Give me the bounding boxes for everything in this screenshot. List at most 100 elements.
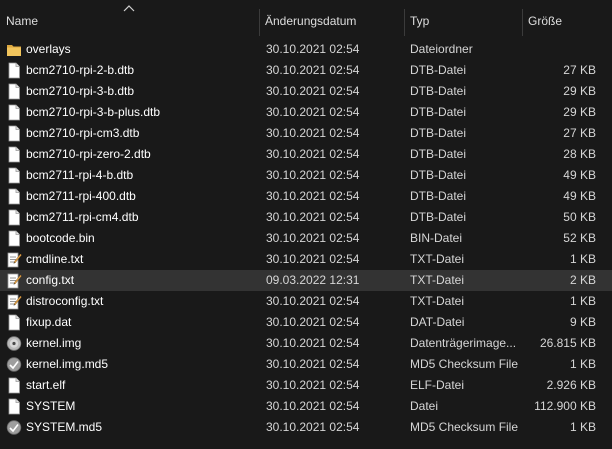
file-type: DTB-Datei (410, 147, 467, 161)
file-icon (6, 83, 22, 100)
file-type: DTB-Datei (410, 210, 467, 224)
file-name: bcm2710-rpi-3-b-plus.dtb (26, 105, 161, 119)
file-type: MD5 Checksum File (410, 420, 519, 434)
file-size: 49 KB (563, 168, 596, 182)
file-type: DTB-Datei (410, 168, 467, 182)
file-row[interactable]: SYSTEM.md5 30.10.2021 02:54 MD5 Checksum F… (0, 417, 612, 438)
file-name: start.elf (26, 378, 66, 392)
file-size: 2.926 KB (546, 378, 596, 392)
column-header-type[interactable]: Typ (404, 0, 522, 38)
file-row[interactable]: bcm2711-rpi-4-b.dtb 30.10.2021 02:54 DTB-D… (0, 165, 612, 186)
file-name: fixup.dat (26, 315, 72, 329)
file-size: 27 KB (563, 126, 596, 140)
file-type: TXT-Datei (410, 273, 465, 287)
file-size: 112.900 KB (534, 399, 596, 413)
file-icon (6, 146, 22, 163)
checksum-file-icon (6, 419, 22, 436)
file-modified-date: 30.10.2021 02:54 (266, 84, 360, 98)
file-modified-date: 30.10.2021 02:54 (266, 42, 360, 56)
file-size: 1 KB (569, 252, 596, 266)
file-row[interactable]: distroconfig.txt 30.10.2021 02:54 TXT-Date… (0, 291, 612, 312)
file-row[interactable]: bcm2710-rpi-3-b.dtb 30.10.2021 02:54 DTB-D… (0, 81, 612, 102)
file-icon (6, 377, 22, 394)
file-type: DAT-Datei (410, 315, 465, 329)
file-type: BIN-Datei (410, 231, 463, 245)
file-size: 29 KB (563, 105, 596, 119)
file-row[interactable]: kernel.img.md5 30.10.2021 02:54 MD5 Checks… (0, 354, 612, 375)
file-name: overlays (26, 42, 71, 56)
file-size: 9 KB (569, 315, 596, 329)
checksum-file-icon (6, 356, 22, 373)
file-icon (6, 230, 22, 247)
file-type: Datenträgerimage... (410, 336, 517, 350)
file-modified-date: 30.10.2021 02:54 (266, 147, 360, 161)
file-row[interactable]: config.txt 09.03.2022 12:31 TXT-Datei 2 KB (0, 270, 612, 291)
file-modified-date: 30.10.2021 02:54 (266, 126, 360, 140)
file-modified-date: 30.10.2021 02:54 (266, 210, 360, 224)
file-row[interactable]: bootcode.bin 30.10.2021 02:54 BIN-Datei 52 … (0, 228, 612, 249)
column-header-bar: Name Änderungsdatum Typ Größe (0, 0, 612, 38)
file-type: DTB-Datei (410, 126, 467, 140)
file-size: 1 KB (569, 357, 596, 371)
file-row[interactable]: fixup.dat 30.10.2021 02:54 DAT-Datei 9 KB (0, 312, 612, 333)
file-size: 49 KB (563, 189, 596, 203)
file-row[interactable]: overlays 30.10.2021 02:54 Dateiordner (0, 39, 612, 60)
file-row[interactable]: bcm2710-rpi-2-b.dtb 30.10.2021 02:54 DTB-D… (0, 60, 612, 81)
file-name: kernel.img.md5 (26, 357, 109, 371)
file-modified-date: 09.03.2022 12:31 (266, 273, 360, 287)
file-type: MD5 Checksum File (410, 357, 519, 371)
file-row[interactable]: bcm2711-rpi-400.dtb 30.10.2021 02:54 DTB-D… (0, 186, 612, 207)
file-size: 1 KB (569, 420, 596, 434)
text-file-icon (6, 272, 22, 289)
file-row[interactable]: bcm2710-rpi-zero-2.dtb 30.10.2021 02:54 DT… (0, 144, 612, 165)
file-row[interactable]: bcm2710-rpi-cm3.dtb 30.10.2021 02:54 DTB-D… (0, 123, 612, 144)
file-name: bcm2711-rpi-cm4.dtb (26, 210, 139, 224)
file-type: Datei (410, 399, 439, 413)
file-type: DTB-Datei (410, 63, 467, 77)
file-row[interactable]: kernel.img 30.10.2021 02:54 Datenträgerima… (0, 333, 612, 354)
file-type: DTB-Datei (410, 189, 467, 203)
file-icon (6, 104, 22, 121)
disc-image-icon (6, 335, 22, 352)
file-modified-date: 30.10.2021 02:54 (266, 231, 360, 245)
file-size (522, 39, 596, 60)
file-type: TXT-Datei (410, 252, 465, 266)
file-name: bcm2710-rpi-zero-2.dtb (26, 147, 151, 161)
file-name: SYSTEM (26, 399, 76, 413)
file-name: distroconfig.txt (26, 294, 104, 308)
file-modified-date: 30.10.2021 02:54 (266, 168, 360, 182)
file-size: 1 KB (569, 294, 596, 308)
file-modified-date: 30.10.2021 02:54 (266, 189, 360, 203)
column-header-name[interactable]: Name (0, 0, 259, 38)
file-modified-date: 30.10.2021 02:54 (266, 294, 360, 308)
file-modified-date: 30.10.2021 02:54 (266, 252, 360, 266)
file-modified-date: 30.10.2021 02:54 (266, 378, 360, 392)
file-row[interactable]: SYSTEM 30.10.2021 02:54 Datei 112.900 KB (0, 396, 612, 417)
text-file-icon (6, 293, 22, 310)
file-modified-date: 30.10.2021 02:54 (266, 420, 360, 434)
file-icon (6, 188, 22, 205)
file-modified-date: 30.10.2021 02:54 (266, 315, 360, 329)
file-name: SYSTEM.md5 (26, 420, 103, 434)
file-modified-date: 30.10.2021 02:54 (266, 399, 360, 413)
text-file-icon (6, 251, 22, 268)
file-row[interactable]: cmdline.txt 30.10.2021 02:54 TXT-Datei 1 KB (0, 249, 612, 270)
file-name: config.txt (26, 273, 75, 287)
column-header-date[interactable]: Änderungsdatum (259, 0, 404, 38)
file-modified-date: 30.10.2021 02:54 (266, 63, 360, 77)
file-name: bcm2710-rpi-cm3.dtb (26, 126, 140, 140)
column-header-size[interactable]: Größe (522, 0, 612, 38)
file-type: TXT-Datei (410, 294, 465, 308)
file-row[interactable]: start.elf 30.10.2021 02:54 ELF-Datei 2.926 … (0, 375, 612, 396)
file-name: bootcode.bin (26, 231, 95, 245)
file-size: 27 KB (563, 63, 596, 77)
file-type: DTB-Datei (410, 84, 467, 98)
file-size: 52 KB (563, 231, 596, 245)
file-modified-date: 30.10.2021 02:54 (266, 105, 360, 119)
folder-icon (6, 41, 22, 58)
file-row[interactable]: bcm2711-rpi-cm4.dtb 30.10.2021 02:54 DTB-D… (0, 207, 612, 228)
file-icon (6, 62, 22, 79)
file-name: kernel.img (26, 336, 82, 350)
file-row[interactable]: bcm2710-rpi-3-b-plus.dtb 30.10.2021 02:54… (0, 102, 612, 123)
file-icon (6, 125, 22, 142)
